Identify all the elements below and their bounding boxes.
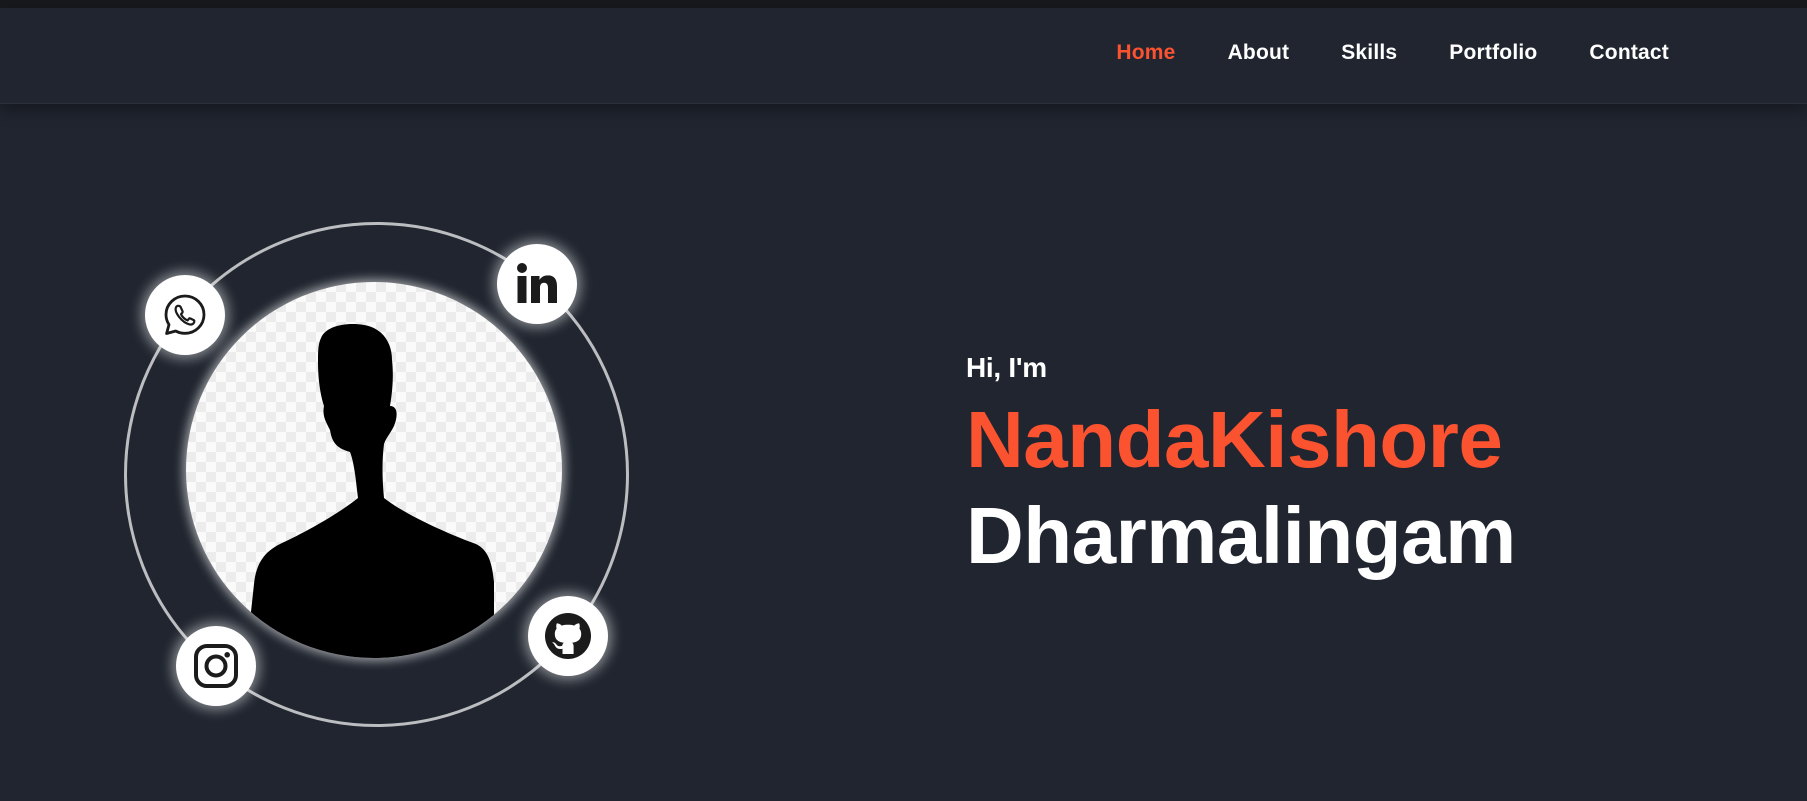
whatsapp-icon [164,294,206,335]
greeting-text: Hi, I'm [966,352,1047,383]
nav-item-portfolio: Portfolio [1449,41,1537,65]
last-name-heading: Dharmalingam [966,491,1516,580]
navbar: Home About Skills Portfolio Contact [0,8,1807,104]
nav-link-home[interactable]: Home [1116,41,1175,64]
nav-item-contact: Contact [1589,41,1669,65]
nav-menu: Home About Skills Portfolio Contact [1064,41,1669,65]
linkedin-icon [517,263,557,303]
instagram-button[interactable] [176,626,256,706]
nav-link-about[interactable]: About [1228,41,1290,64]
intro-block: Hi, I'm NandaKishore Dharmalingam [966,352,1516,586]
profile-avatar [186,282,562,658]
nav-link-portfolio[interactable]: Portfolio [1449,41,1537,64]
whatsapp-button[interactable] [145,275,225,355]
nav-item-about: About [1228,41,1290,65]
nav-item-home: Home [1116,41,1175,65]
instagram-icon [194,644,238,688]
top-strip [0,0,1807,8]
first-name-heading: NandaKishore [966,395,1503,484]
nav-link-contact[interactable]: Contact [1589,41,1669,64]
github-icon [545,613,591,659]
github-button[interactable] [528,596,608,676]
nav-item-skills: Skills [1341,41,1397,65]
person-silhouette-icon [246,324,494,658]
linkedin-button[interactable] [497,244,577,324]
hero-section: Hi, I'm NandaKishore Dharmalingam [0,104,1807,801]
nav-link-skills[interactable]: Skills [1341,41,1397,64]
